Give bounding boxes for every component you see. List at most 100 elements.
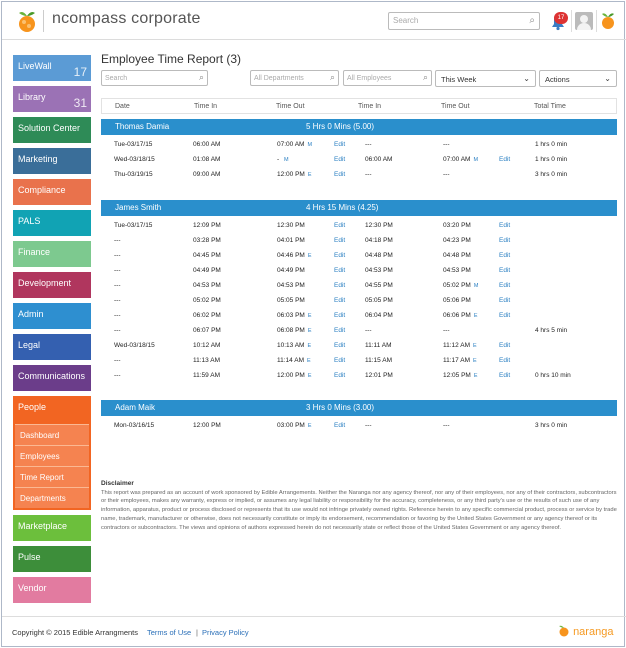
cell-time-out: 04:01 PM: [277, 237, 305, 244]
cell-time-out: 06:08 PM: [277, 327, 305, 334]
cell-time-out-2-wrap: 05:06 PM: [443, 297, 471, 304]
naranga-logo[interactable]: naranga: [558, 625, 613, 638]
copyright-text: Copyright © 2015 Edible Arrangments: [12, 628, 139, 637]
submenu-dashboard[interactable]: Dashboard: [15, 424, 89, 445]
cell-time-in: 06:00 AM: [193, 141, 221, 148]
sidebar-item-library[interactable]: Library 31: [13, 86, 91, 112]
sidebar-item-compliance[interactable]: Compliance: [13, 179, 91, 205]
sidebar-item-pulse[interactable]: Pulse: [13, 546, 91, 572]
report-search-input[interactable]: Search ⌕: [101, 70, 208, 86]
search-icon[interactable]: ⌕: [529, 15, 535, 26]
edit-link[interactable]: Edit: [334, 237, 345, 244]
edit-link[interactable]: Edit: [499, 357, 510, 364]
department-filter-input[interactable]: All Departments ⌕: [250, 70, 339, 86]
cell-time-in-2: 04:48 PM: [365, 252, 393, 259]
column-header-date: Date: [115, 103, 130, 110]
sidebar-item-label: Development: [18, 278, 72, 288]
edit-link[interactable]: Edit: [499, 312, 510, 319]
period-select[interactable]: This Week ⌄: [435, 70, 536, 87]
table-row: --- 11:13 AM 11:14 AM E Edit 11:15 AM 11:17 AM…: [101, 353, 617, 368]
edit-link[interactable]: Edit: [334, 372, 345, 379]
employee-group-header[interactable]: Thomas Damia 5 Hrs 0 Mins (5.00): [101, 119, 617, 135]
search-icon[interactable]: ⌕: [423, 72, 428, 83]
edit-link[interactable]: Edit: [499, 267, 510, 274]
edit-link[interactable]: Edit: [334, 156, 345, 163]
user-avatar[interactable]: [575, 12, 593, 30]
edit-link[interactable]: Edit: [499, 156, 510, 163]
edit-link[interactable]: Edit: [499, 372, 510, 379]
entry-source-tag: M: [473, 157, 479, 163]
edit-link[interactable]: Edit: [334, 282, 345, 289]
edit-link[interactable]: Edit: [499, 282, 510, 289]
edit-link[interactable]: Edit: [334, 422, 345, 429]
edit-link[interactable]: Edit: [334, 327, 345, 334]
sidebar-item-admin[interactable]: Admin: [13, 303, 91, 329]
edit-link[interactable]: Edit: [334, 141, 345, 148]
cell-time-out-wrap: 04:46 PM E: [277, 252, 312, 259]
entry-source-tag: E: [307, 328, 312, 334]
entry-source-tag: E: [307, 172, 312, 178]
department-filter-placeholder: All Departments: [254, 75, 304, 82]
edit-link[interactable]: Edit: [334, 312, 345, 319]
orange-logo-icon[interactable]: [16, 9, 38, 33]
cell-time-in-2: ---: [365, 171, 372, 178]
edit-link[interactable]: Edit: [334, 171, 345, 178]
cell-date: Thu-03/19/15: [114, 171, 153, 178]
submenu-time-report[interactable]: Time Report: [15, 466, 89, 487]
sidebar-item-livewall[interactable]: LiveWall 17: [13, 55, 91, 81]
submenu-employees[interactable]: Employees: [15, 445, 89, 466]
cell-date: ---: [114, 357, 121, 364]
edit-link[interactable]: Edit: [499, 297, 510, 304]
cell-date: ---: [114, 267, 121, 274]
column-header-time-in-2: Time In: [358, 103, 382, 110]
sidebar-item-label: PALS: [18, 216, 41, 226]
cell-time-in-2: 12:30 PM: [365, 222, 393, 229]
edit-link[interactable]: Edit: [499, 252, 510, 259]
edit-link[interactable]: Edit: [499, 342, 510, 349]
cell-time-in: 12:09 PM: [193, 222, 221, 229]
edit-link[interactable]: Edit: [499, 222, 510, 229]
disclaimer-text: This report was prepared as an account o…: [101, 489, 617, 531]
cell-time-out-2-wrap: ---: [443, 422, 450, 429]
edit-link[interactable]: Edit: [334, 267, 345, 274]
sidebar-item-solution-center[interactable]: Solution Center: [13, 117, 91, 143]
global-search-input[interactable]: Search ⌕: [388, 12, 540, 30]
sidebar-item-count: 17: [73, 65, 87, 79]
edit-link[interactable]: Edit: [334, 357, 345, 364]
cell-time-out-wrap: 06:03 PM E: [277, 312, 312, 319]
sidebar-item-legal[interactable]: Legal: [13, 334, 91, 360]
edit-link[interactable]: Edit: [334, 252, 345, 259]
sidebar-item-marketing[interactable]: Marketing: [13, 148, 91, 174]
submenu-departments[interactable]: Departments: [15, 487, 89, 508]
search-icon[interactable]: ⌕: [199, 72, 204, 83]
terms-link[interactable]: Terms of Use: [147, 628, 191, 637]
search-icon[interactable]: ⌕: [330, 72, 335, 83]
entry-source-tag: M: [283, 157, 289, 163]
privacy-link[interactable]: Privacy Policy: [202, 628, 249, 637]
sidebar-item-communications[interactable]: Communications: [13, 365, 91, 391]
edit-link[interactable]: Edit: [334, 297, 345, 304]
cell-total-time: 1 hrs 0 min: [535, 141, 568, 148]
cell-time-out-2-wrap: 05:02 PM M: [443, 282, 478, 289]
sidebar: LiveWall 17 Library 31 Solution Center Market…: [13, 55, 91, 608]
edit-link[interactable]: Edit: [334, 222, 345, 229]
employee-filter-input[interactable]: All Employees ⌕: [343, 70, 432, 86]
edit-link[interactable]: Edit: [334, 342, 345, 349]
sidebar-item-people[interactable]: People: [13, 396, 91, 424]
cell-time-out-2: ---: [443, 422, 450, 429]
sidebar-item-vendor[interactable]: Vendor: [13, 577, 91, 603]
edit-link[interactable]: Edit: [499, 237, 510, 244]
cell-time-out-2: 07:00 AM: [443, 156, 471, 163]
sidebar-item-marketplace[interactable]: Marketplace: [13, 515, 91, 541]
employee-group-header[interactable]: Adam Maik 3 Hrs 0 Mins (3.00): [101, 400, 617, 416]
cell-time-in: 04:45 PM: [193, 252, 221, 259]
sidebar-item-development[interactable]: Development: [13, 272, 91, 298]
actions-dropdown[interactable]: Actions ⌄: [539, 70, 617, 87]
sidebar-item-pals[interactable]: PALS: [13, 210, 91, 236]
header-divider: [571, 10, 572, 32]
employee-group-header[interactable]: James Smith 4 Hrs 15 Mins (4.25): [101, 200, 617, 216]
disclaimer: Disclaimer This report was prepared as a…: [101, 480, 617, 532]
sidebar-item-finance[interactable]: Finance: [13, 241, 91, 267]
table-row: --- 11:59 AM 12:00 PM E Edit 12:01 PM 12:05 PM…: [101, 368, 617, 383]
orange-mini-logo-icon[interactable]: [600, 12, 616, 30]
